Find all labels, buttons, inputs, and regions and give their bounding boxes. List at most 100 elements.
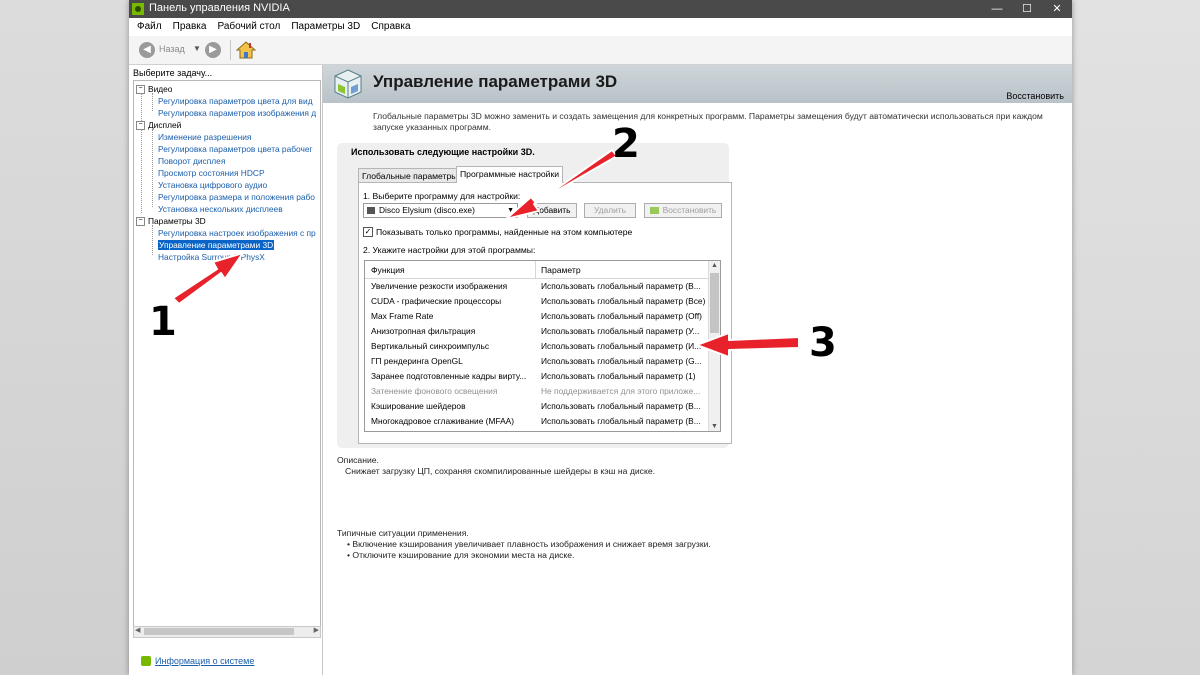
toolbar-separator [230, 40, 231, 60]
show-found-programs-label: Показывать только программы, найденные н… [376, 227, 633, 237]
feature-name: Анизотропная фильтрация [371, 326, 476, 336]
table-row[interactable]: Заранее подготовленные кадры вирту... Исп… [365, 369, 710, 384]
tree-item-hdcp[interactable]: Просмотр состояния HDCP [158, 167, 265, 179]
step2-label: 2. Укажите настройки для этой программы: [363, 245, 536, 255]
feature-name: Max Frame Rate [371, 311, 434, 321]
maximize-button[interactable]: ☐ [1012, 0, 1042, 18]
menu-file[interactable]: Файл [137, 18, 162, 36]
parameter-value[interactable]: Использовать глобальный параметр (В... [541, 414, 708, 429]
parameter-value[interactable]: Использовать глобальный параметр (Off) [541, 309, 708, 324]
restore-defaults-link[interactable]: Восстановить [1006, 91, 1064, 101]
table-row[interactable]: Max Frame Rate Использовать глобальный па… [365, 309, 710, 324]
parameter-value[interactable]: Использовать глобальный параметр (G... [541, 354, 708, 369]
annotation-number-3: 3 [809, 320, 837, 366]
feature-name: Вертикальный синхроимпульс [371, 341, 490, 351]
parameter-value[interactable]: Использовать глобальный параметр (В... [541, 399, 708, 414]
system-info-link[interactable]: Информация о системе [141, 656, 254, 666]
chevron-down-icon[interactable]: ▼ [507, 204, 514, 217]
tree-item-surround-physx[interactable]: Настройка Surround, PhysX [158, 251, 265, 263]
remove-program-button[interactable]: Удалить [584, 203, 636, 218]
tree-category-display[interactable]: − Дисплей [136, 119, 181, 131]
tab-program-settings[interactable]: Программные настройки [456, 166, 564, 183]
nvidia-logo-icon [649, 207, 659, 215]
column-header-parameter[interactable]: Параметр [541, 265, 581, 275]
description-text: Снижает загрузку ЦП, сохраняя скомпилиро… [345, 466, 655, 476]
table-row[interactable]: Многокадровое сглаживание (MFAA) Использо… [365, 414, 710, 429]
table-row[interactable]: Кэширование шейдеров Использовать глобаль… [365, 399, 710, 414]
feature-name: Заранее подготовленные кадры вирту... [371, 371, 527, 381]
parameter-value[interactable]: Использовать глобальный параметр (В... [541, 279, 708, 294]
tree-item-video-color[interactable]: Регулировка параметров цвета для вид [158, 95, 313, 107]
tree-category-3d[interactable]: − Параметры 3D [136, 215, 206, 227]
forward-arrow-icon[interactable]: ▶ [205, 42, 221, 58]
tree-category-video[interactable]: − Видео [136, 83, 172, 95]
window-title: Панель управления NVIDIA [149, 2, 290, 14]
tree-item-desktop-color[interactable]: Регулировка параметров цвета рабочег [158, 143, 313, 155]
table-row[interactable]: Анизотропная фильтрация Использовать глоб… [365, 324, 710, 339]
table-row[interactable]: Вертикальный синхроимпульс Использовать г… [365, 339, 710, 354]
toolbar: ◀ Назад ▼ ▶ [129, 36, 1072, 65]
collapse-icon[interactable]: − [136, 217, 145, 227]
restore-program-button[interactable]: Восстановить [644, 203, 722, 218]
annotation-number-2: 2 [612, 121, 640, 167]
tree-item-image-preview[interactable]: Регулировка настроек изображения с пр [158, 227, 316, 239]
program-select[interactable]: Disco Elysium (disco.exe) ▼ [363, 203, 518, 218]
tree-horizontal-scrollbar[interactable]: ◀ ▶ [133, 626, 321, 638]
tree-guide-line [141, 93, 142, 213]
scroll-up-icon[interactable]: ▲ [711, 262, 718, 269]
column-header-feature[interactable]: Функция [371, 265, 405, 275]
settings-group: Использовать следующие настройки 3D. Гло… [337, 143, 732, 448]
collapse-icon[interactable]: − [136, 85, 145, 95]
show-found-programs-checkbox[interactable]: ✓ [363, 227, 373, 237]
description-section: Описание. Снижает загрузку ЦП, сохраняя … [337, 455, 655, 477]
parameter-value[interactable]: Использовать глобальный параметр (И... [541, 339, 708, 354]
tree-guide-line [152, 93, 153, 111]
menu-edit[interactable]: Правка [173, 18, 207, 36]
menu-3d-settings[interactable]: Параметры 3D [291, 18, 360, 36]
info-icon [141, 656, 151, 666]
scroll-right-icon[interactable]: ▶ [314, 626, 319, 634]
tree-item-digital-audio[interactable]: Установка цифрового аудио [158, 179, 267, 191]
column-divider[interactable] [535, 261, 536, 278]
table-row[interactable]: Увеличение резкости изображения Использов… [365, 279, 710, 294]
table-row[interactable]: Затенение фонового освещения Не поддержив… [365, 384, 710, 399]
menu-help[interactable]: Справка [371, 18, 410, 36]
table-row[interactable]: CUDA - графические процессоры Использоват… [365, 294, 710, 309]
tree-item-desktop-size[interactable]: Регулировка размера и положения рабо [158, 191, 315, 203]
tab-global-settings[interactable]: Глобальные параметры [358, 168, 462, 183]
step1-label: 1. Выберите программу для настройки: [363, 191, 521, 201]
table-row[interactable]: ГП рендеринга OpenGL Использовать глобаль… [365, 354, 710, 369]
tree-item-multi-display[interactable]: Установка нескольких дисплеев [158, 203, 283, 215]
add-program-button[interactable]: Добавить [527, 203, 577, 218]
parameter-value[interactable]: Использовать глобальный параметр (Все) [541, 294, 708, 309]
parameter-value[interactable]: Использовать глобальный параметр (1) [541, 369, 708, 384]
desktop-background-left [0, 0, 129, 675]
task-panel: Выберите задачу... − Видео Регулировка па… [129, 65, 323, 675]
usage-section: Типичные ситуации применения. • Включени… [337, 528, 711, 561]
minimize-button[interactable]: — [982, 0, 1012, 18]
title-bar: Панель управления NVIDIA — ☐ ✕ [129, 0, 1072, 18]
tree-item-resolution[interactable]: Изменение разрешения [158, 131, 251, 143]
scroll-down-icon[interactable]: ▼ [711, 423, 718, 430]
parameter-value[interactable]: Не поддерживается для этого приложе... [541, 384, 708, 399]
scroll-left-icon[interactable]: ◀ [135, 626, 140, 634]
collapse-icon[interactable]: − [136, 121, 145, 131]
feature-name: Увеличение резкости изображения [371, 281, 508, 291]
page-description: Глобальные параметры 3D можно заменить и… [373, 111, 1043, 132]
history-dropdown-icon[interactable]: ▼ [193, 44, 201, 53]
menu-desktop[interactable]: Рабочий стол [218, 18, 281, 36]
home-icon[interactable] [236, 41, 256, 59]
usage-item: • Отключите кэширование для экономии мес… [347, 550, 575, 560]
table-vertical-scrollbar[interactable]: ▲ ▼ [708, 261, 720, 431]
tree-item-manage-3d-selected[interactable]: Управление параметрами 3D [158, 239, 275, 251]
feature-name: Многокадровое сглаживание (MFAA) [371, 416, 515, 426]
scrollbar-thumb[interactable] [144, 628, 294, 635]
back-button-label[interactable]: Назад [159, 44, 185, 54]
tree-item-video-image[interactable]: Регулировка параметров изображения д [158, 107, 316, 119]
close-button[interactable]: ✕ [1042, 0, 1072, 18]
parameter-value[interactable]: Использовать глобальный параметр (У... [541, 324, 708, 339]
feature-name: Затенение фонового освещения [371, 386, 498, 396]
tree-item-rotate[interactable]: Поворот дисплея [158, 155, 225, 167]
scrollbar-thumb[interactable] [710, 273, 719, 333]
back-arrow-icon[interactable]: ◀ [139, 42, 155, 58]
